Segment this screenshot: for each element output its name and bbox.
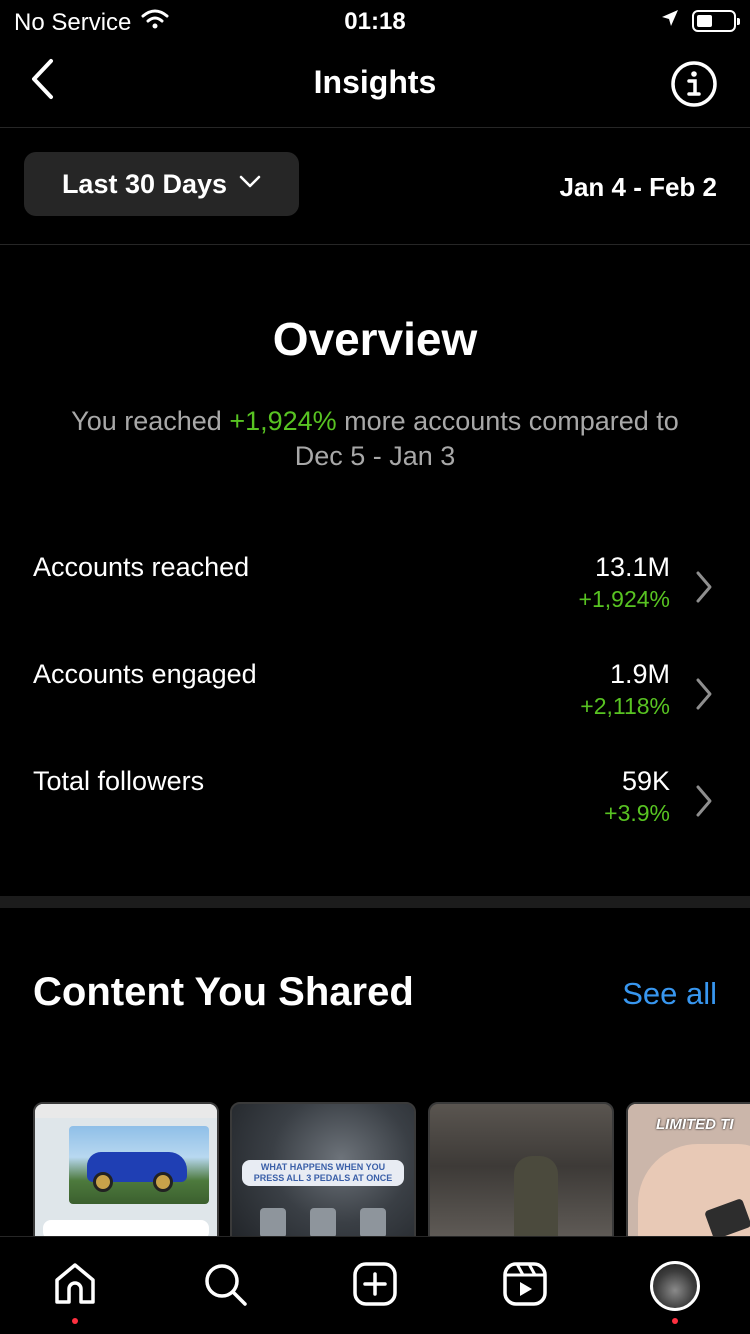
info-button[interactable] — [670, 60, 718, 108]
metric-label: Total followers — [33, 766, 205, 796]
thumbnail-caption: LIMITED TI — [656, 1116, 734, 1133]
tab-search[interactable] — [198, 1259, 252, 1313]
tab-bar — [0, 1236, 750, 1334]
chevron-down-icon — [239, 175, 261, 194]
metric-value: 1.9M — [609, 659, 670, 689]
tab-home[interactable] — [48, 1259, 102, 1313]
metric-change: +1,924% — [578, 586, 670, 612]
page-title: Insights — [313, 64, 437, 100]
content-thumbnail-1[interactable] — [33, 1102, 219, 1236]
info-icon — [670, 61, 718, 112]
metric-row-total-followers[interactable]: Total followers 59K +3.9% — [0, 766, 750, 866]
metric-row-accounts-reached[interactable]: Accounts reached 13.1M +1,924% — [0, 552, 750, 652]
metric-label: Accounts engaged — [33, 659, 257, 689]
metric-value: 59K — [621, 766, 670, 796]
content-shared-title: Content You Shared — [33, 970, 414, 1014]
overview-summary-highlight: +1,924% — [229, 406, 337, 436]
overview-summary: You reached +1,924% more accounts compar… — [60, 404, 690, 474]
date-range-dropdown-label: Last 30 Days — [61, 168, 228, 199]
status-bar: No Service 01:18 — [0, 0, 750, 40]
metric-value: 13.1M — [594, 552, 670, 582]
content-thumbnail-4[interactable]: LIMITED TI — [626, 1102, 750, 1236]
metric-row-accounts-engaged[interactable]: Accounts engaged 1.9M +2,118% — [0, 659, 750, 759]
tab-reels[interactable] — [498, 1259, 552, 1313]
reels-icon — [502, 1261, 548, 1312]
date-range-label: Jan 4 - Feb 2 — [559, 172, 718, 202]
audio-message — [43, 1220, 209, 1236]
tab-profile[interactable] — [648, 1259, 702, 1313]
notification-dot — [72, 1318, 78, 1324]
metric-change: +2,118% — [580, 693, 670, 719]
overview-title: Overview — [272, 313, 478, 365]
filter-row: Last 30 Days Jan 4 - Feb 2 — [0, 128, 750, 245]
metric-change: +3.9% — [604, 800, 670, 826]
overview-summary-prefix: You reached — [71, 406, 230, 436]
home-icon — [51, 1260, 99, 1313]
content-thumbnail-3[interactable] — [428, 1102, 614, 1236]
overview-summary-suffix: more accounts compared to Dec 5 - Jan 3 — [294, 406, 679, 471]
chevron-right-icon — [694, 677, 714, 711]
section-divider — [0, 896, 750, 908]
content-thumbnails: WHAT HAPPENS WHEN YOU PRESS ALL 3 PEDALS… — [33, 1102, 750, 1236]
tab-create[interactable] — [348, 1259, 402, 1313]
nav-bar: Insights — [0, 40, 750, 128]
notification-dot — [672, 1318, 678, 1324]
thumbnail-caption: WHAT HAPPENS WHEN YOU PRESS ALL 3 PEDALS… — [242, 1160, 404, 1186]
metric-label: Accounts reached — [33, 552, 250, 582]
content-thumbnail-2[interactable]: WHAT HAPPENS WHEN YOU PRESS ALL 3 PEDALS… — [230, 1102, 416, 1236]
create-post-icon — [352, 1261, 398, 1312]
chevron-right-icon — [694, 570, 714, 604]
search-icon — [201, 1260, 249, 1313]
date-range-dropdown[interactable]: Last 30 Days — [24, 152, 299, 216]
chevron-right-icon — [694, 784, 714, 818]
location-arrow-icon — [660, 8, 680, 33]
profile-avatar — [650, 1261, 700, 1311]
battery-icon — [692, 9, 740, 32]
clock: 01:18 — [344, 8, 406, 35]
see-all-link[interactable]: See all — [622, 976, 717, 1012]
